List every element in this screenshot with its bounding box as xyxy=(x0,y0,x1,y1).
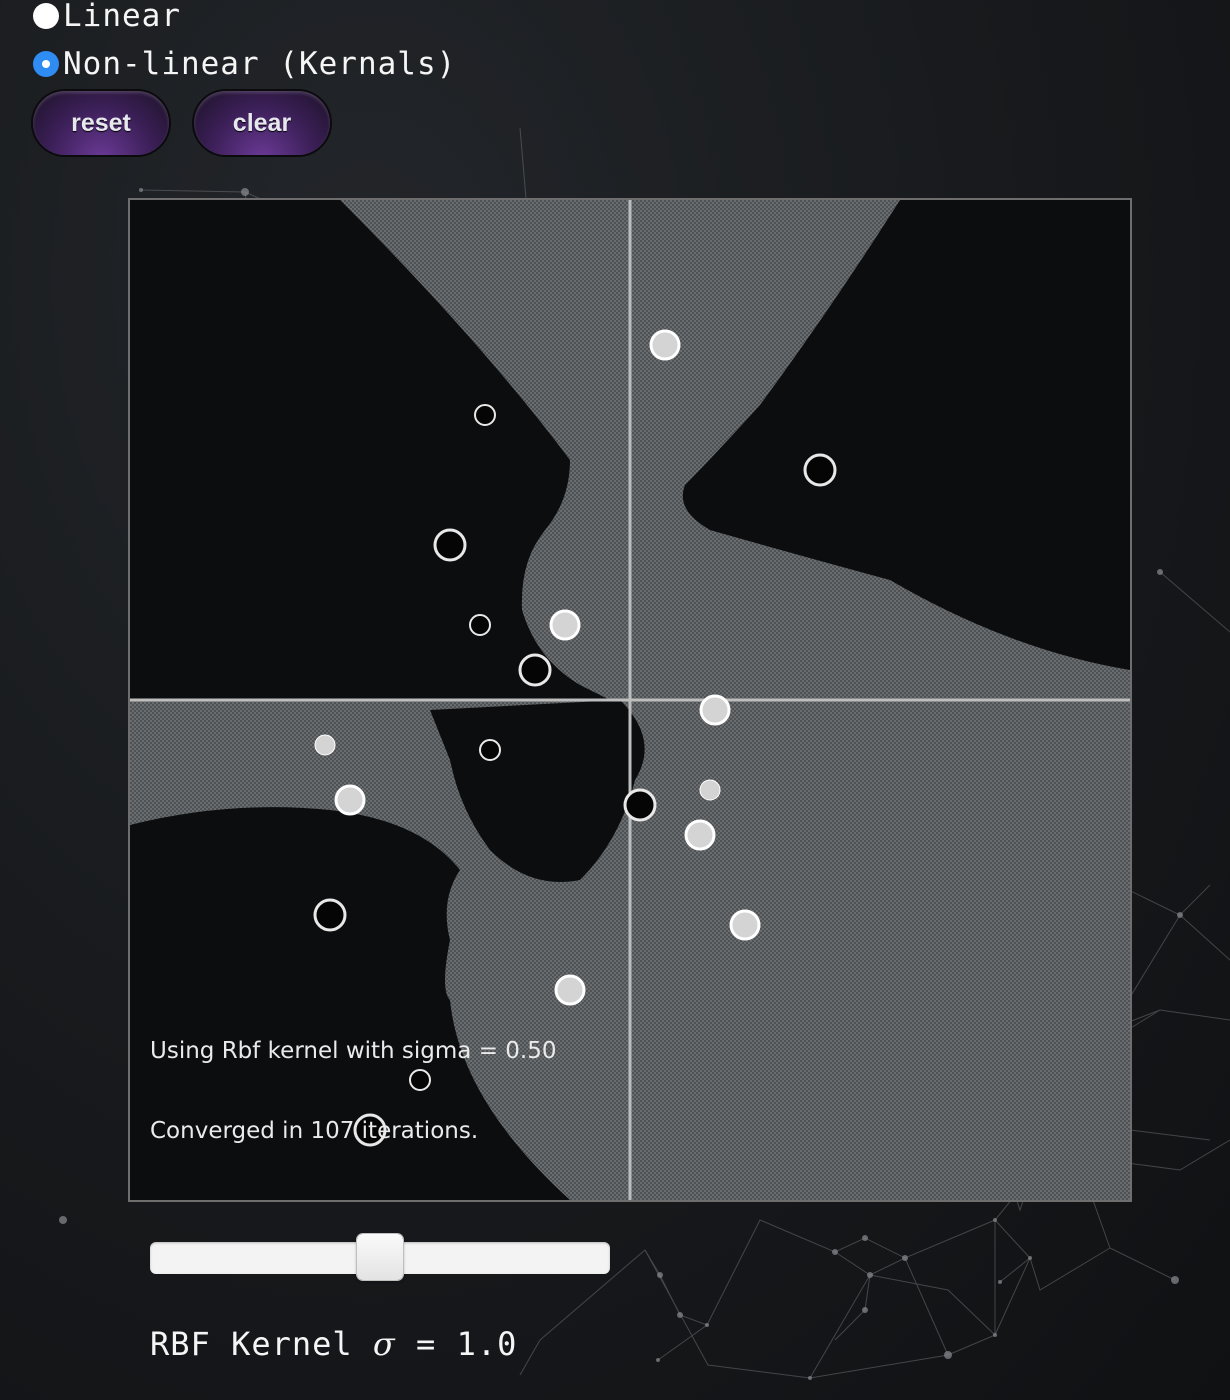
data-point-negative xyxy=(474,404,496,426)
data-point-positive xyxy=(684,819,716,851)
data-point-positive xyxy=(649,329,681,361)
clear-button[interactable]: clear xyxy=(194,91,330,155)
sigma-label-suffix: = 1.0 xyxy=(395,1325,518,1363)
data-point-positive xyxy=(549,609,581,641)
kernel-info-text: Using Rbf kernel with sigma = 0.50 xyxy=(150,1038,557,1064)
data-point-negative xyxy=(479,739,501,761)
data-point-positive xyxy=(554,974,586,1006)
sigma-slider-track[interactable] xyxy=(150,1234,610,1280)
sigma-symbol: σ xyxy=(372,1325,396,1363)
convergence-text: Converged in 107 iterations. xyxy=(150,1118,479,1144)
sigma-slider-thumb[interactable] xyxy=(357,1234,403,1280)
radio-option-linear[interactable]: Linear xyxy=(33,0,181,34)
data-point-negative xyxy=(518,653,552,687)
data-point-positive xyxy=(729,909,761,941)
sigma-label-prefix: RBF Kernel xyxy=(150,1325,373,1363)
data-point-negative xyxy=(469,614,491,636)
sigma-value-label: RBF Kernel σ = 1.0 xyxy=(150,1325,517,1363)
radio-label-nonlinear: Non-linear (Kernals) xyxy=(63,46,457,82)
radio-button-nonlinear[interactable] xyxy=(33,51,59,77)
svm-plot-canvas[interactable]: Using Rbf kernel with sigma = 0.50 Conve… xyxy=(128,198,1132,1202)
radio-button-linear[interactable] xyxy=(33,3,59,29)
data-point-negative xyxy=(313,898,347,932)
data-point-negative xyxy=(803,453,837,487)
data-point-positive xyxy=(334,784,366,816)
data-point-positive xyxy=(699,779,721,801)
radio-label-linear: Linear xyxy=(63,0,181,34)
data-point-negative xyxy=(409,1069,431,1091)
data-point-positive xyxy=(314,734,336,756)
data-point-positive xyxy=(699,694,731,726)
radio-option-nonlinear[interactable]: Non-linear (Kernals) xyxy=(33,46,456,82)
data-point-negative xyxy=(623,788,657,822)
reset-button[interactable]: reset xyxy=(33,91,169,155)
data-point-negative xyxy=(433,528,467,562)
